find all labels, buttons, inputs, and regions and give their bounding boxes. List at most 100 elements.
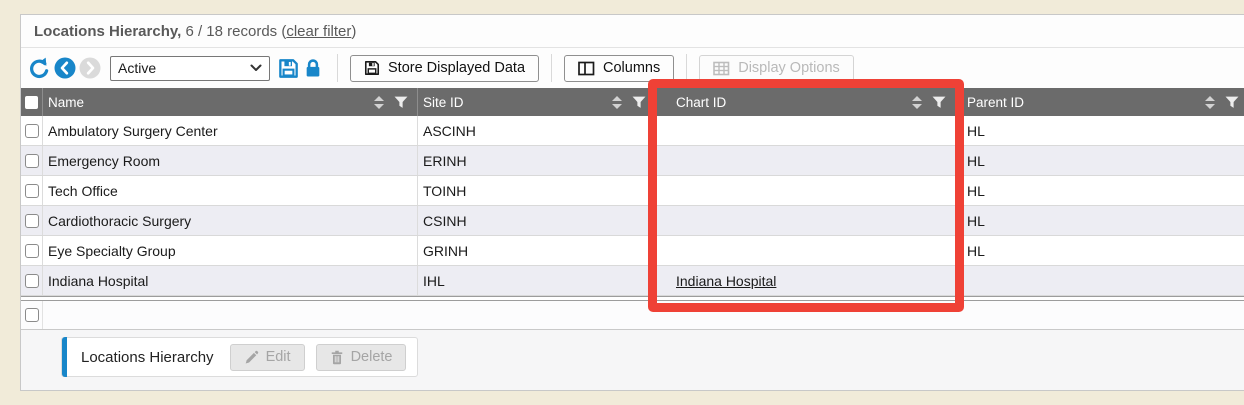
cell-chart-id [656,146,956,175]
row-checkbox[interactable] [25,308,39,322]
lock-view-button[interactable] [304,58,322,78]
back-icon [54,57,76,79]
cell-site-id: TOINH [418,176,656,205]
save-icon [278,58,299,79]
delete-label: Delete [351,349,393,365]
store-displayed-data-button[interactable]: Store Displayed Data [350,55,539,82]
footer-bar: Locations Hierarchy Edit Delete [21,330,1244,390]
row-checkbox[interactable] [25,124,39,138]
panel-titlebar: Locations Hierarchy, 6 / 18 records (cle… [21,15,1244,48]
filter-icon[interactable] [632,96,646,109]
empty-footer-row [21,301,1244,330]
filter-icon[interactable] [1225,96,1239,109]
store-displayed-data-label: Store Displayed Data [388,60,525,76]
column-header-name-label: Name [48,95,84,110]
column-header-name[interactable]: Name [43,88,418,116]
cell-parent-id: HL [956,116,1244,145]
filter-icon[interactable] [932,96,946,109]
sort-icon[interactable] [1205,96,1215,109]
cell-parent-id: HL [956,236,1244,265]
cell-parent-id: HL [956,146,1244,175]
column-header-parent-id-label: Parent ID [967,95,1024,110]
sort-icon[interactable] [912,96,922,109]
forward-button[interactable] [79,57,101,79]
column-header-chart-id-label: Chart ID [676,95,726,110]
cell-chart-id [656,206,956,235]
cell-site-id: CSINH [418,206,656,235]
save-icon [364,60,380,76]
columns-label: Columns [603,60,660,76]
cell-chart-id [656,116,956,145]
cell-parent-id [956,266,1244,295]
forward-icon [79,57,101,79]
pencil-icon [244,350,259,365]
row-checkbox[interactable] [25,244,39,258]
table-row[interactable]: Tech Office TOINH HL [21,176,1244,206]
cell-name: Eye Specialty Group [43,236,418,265]
cell-site-id: ERINH [418,146,656,175]
save-view-button[interactable] [278,58,299,79]
edit-label: Edit [266,349,291,365]
columns-icon [578,61,595,76]
records-count: 6 / 18 records [181,23,281,40]
sort-icon[interactable] [612,96,622,109]
cell-parent-id: HL [956,176,1244,205]
edit-button[interactable]: Edit [230,344,305,371]
cell-name: Tech Office [43,176,418,205]
select-all-cell [21,88,43,116]
column-header-chart-id[interactable]: Chart ID [656,88,956,116]
filter-icon[interactable] [394,96,408,109]
paren-close: ) [351,23,356,40]
cell-site-id: GRINH [418,236,656,265]
selection-action-panel: Locations Hierarchy Edit Delete [61,337,418,377]
cell-site-id: IHL [418,266,656,295]
delete-button[interactable]: Delete [316,344,407,371]
accent-bar [62,337,67,377]
table-row[interactable]: Eye Specialty Group GRINH HL [21,236,1244,266]
display-options-icon [713,61,730,76]
cell-site-id: ASCINH [418,116,656,145]
row-checkbox[interactable] [25,274,39,288]
table-row[interactable]: Emergency Room ERINH HL [21,146,1244,176]
toolbar-divider [686,54,687,82]
cell-parent-id: HL [956,206,1244,235]
cell-name: Emergency Room [43,146,418,175]
table-row[interactable]: Indiana Hospital IHL Indiana Hospital [21,266,1244,296]
toolbar-divider [551,54,552,82]
row-checkbox[interactable] [25,214,39,228]
sort-icon[interactable] [374,96,384,109]
status-filter-select[interactable]: Active [110,56,270,81]
toolbar: Active [21,48,1244,88]
cell-name: Cardiothoracic Surgery [43,206,418,235]
table-row[interactable]: Cardiothoracic Surgery CSINH HL [21,206,1244,236]
undo-button[interactable] [28,57,51,80]
cell-name: Ambulatory Surgery Center [43,116,418,145]
back-button[interactable] [54,57,76,79]
selection-panel-title: Locations Hierarchy [81,349,214,366]
clear-filter-link[interactable]: clear filter [286,23,351,40]
cell-chart-id [656,236,956,265]
chevron-down-icon [250,64,262,72]
columns-button[interactable]: Columns [564,55,674,82]
table-row[interactable]: Ambulatory Surgery Center ASCINH HL [21,116,1244,146]
page-title: Locations Hierarchy, [34,23,181,40]
table-header-row: Name Site ID Chart ID Parent ID [21,88,1244,116]
column-header-site-id[interactable]: Site ID [418,88,656,116]
chart-id-link[interactable]: Indiana Hospital [676,273,776,289]
row-checkbox[interactable] [25,154,39,168]
display-options-button[interactable]: Display Options [699,55,854,82]
cell-name: Indiana Hospital [43,266,418,295]
column-header-parent-id[interactable]: Parent ID [956,88,1244,116]
column-header-site-id-label: Site ID [423,95,464,110]
cell-chart-id: Indiana Hospital [656,266,956,295]
status-filter-value: Active [118,60,156,76]
select-all-checkbox[interactable] [25,96,38,109]
toolbar-divider [337,54,338,82]
trash-icon [330,350,344,365]
cell-chart-id [656,176,956,205]
locations-hierarchy-panel: Locations Hierarchy, 6 / 18 records (cle… [20,14,1244,391]
display-options-label: Display Options [738,60,840,76]
row-checkbox[interactable] [25,184,39,198]
lock-icon [304,58,322,78]
undo-icon [28,57,51,80]
